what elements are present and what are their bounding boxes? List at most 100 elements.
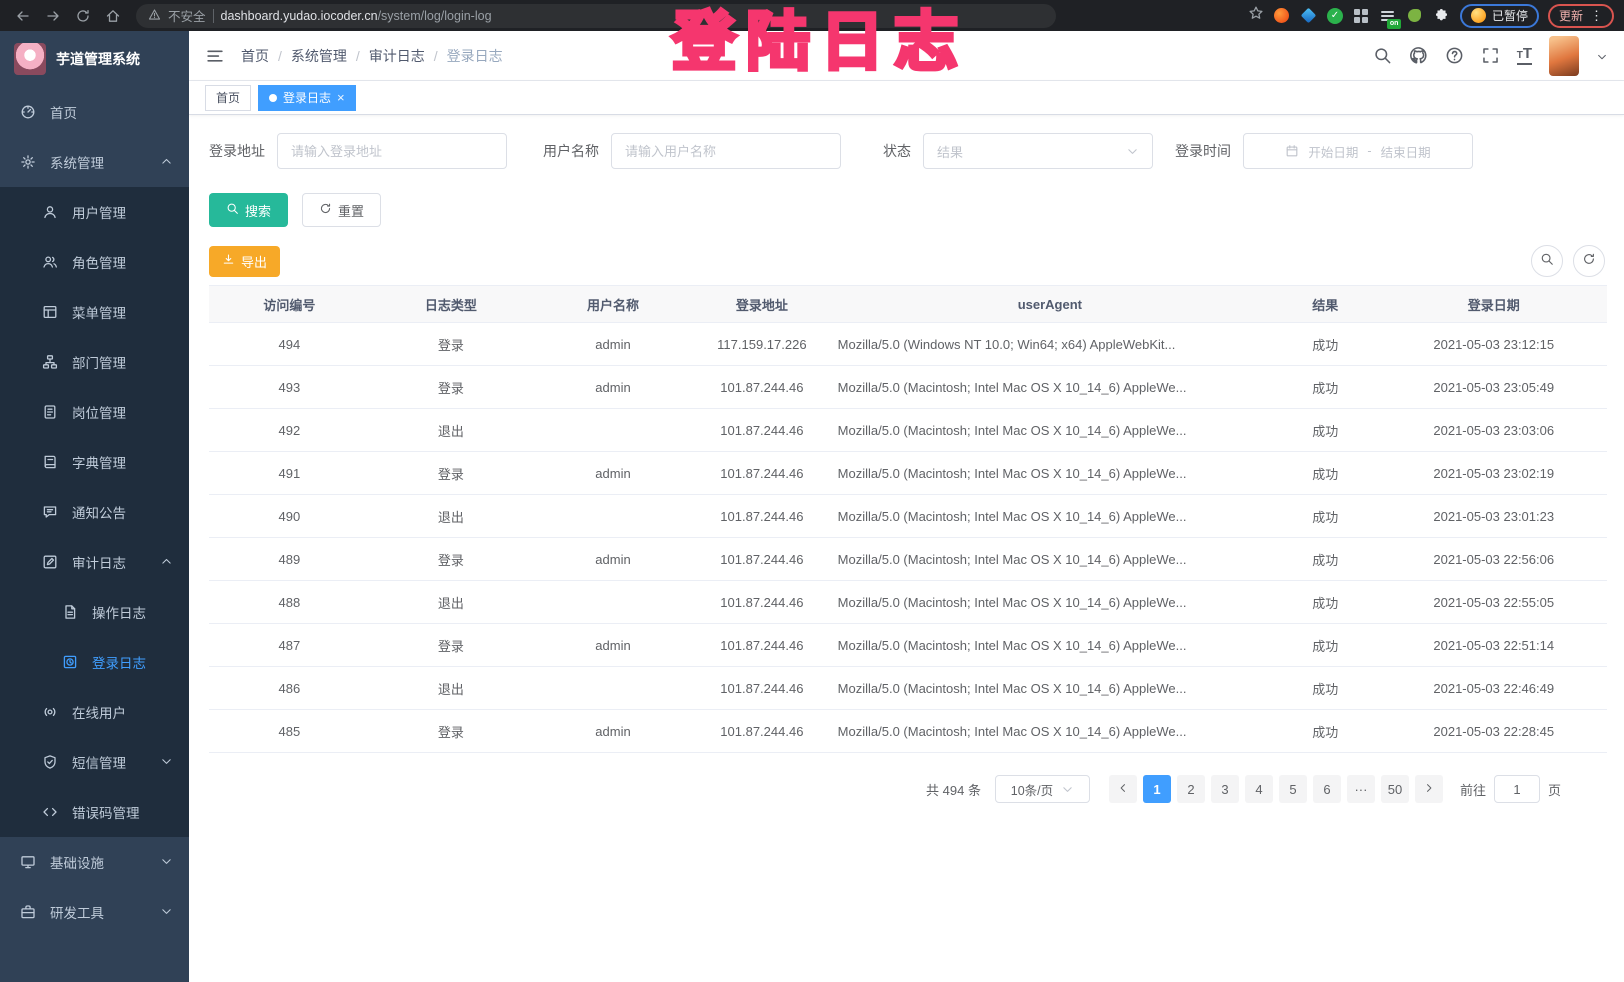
sidebar-item-operate-log[interactable]: 操作日志 [0,587,189,637]
browser-update-button[interactable]: 更新⋮ [1548,4,1614,28]
sidebar-item-label: 登录日志 [92,652,146,672]
code-icon [42,804,58,820]
refresh-table-button[interactable] [1573,245,1605,277]
sidebar-item-menu-mgmt[interactable]: 菜单管理 [0,287,189,337]
export-button[interactable]: 导出 [209,246,280,277]
page-button-6[interactable]: 6 [1313,775,1341,803]
page-button-5[interactable]: 5 [1279,775,1307,803]
table-row: 485登录admin101.87.244.46Mozilla/5.0 (Maci… [209,710,1607,753]
profile-paused-badge[interactable]: 已暂停 [1460,4,1539,28]
sidebar-item-user-mgmt[interactable]: 用户管理 [0,187,189,237]
table-row: 488退出101.87.244.46Mozilla/5.0 (Macintosh… [209,581,1607,624]
address-bar[interactable]: 不安全 dashboard.yudao.iocoder.cn/system/lo… [136,4,1056,28]
hamburger-icon[interactable] [205,46,225,66]
avatar-caret-down-icon[interactable] [1596,50,1608,62]
col-header-login-address: 登录地址 [694,286,830,323]
font-size-icon[interactable]: TT [1517,47,1532,65]
calendar-icon [1285,144,1299,158]
user-icon [42,204,58,220]
breadcrumb-home[interactable]: 首页 [241,46,269,66]
breadcrumb-system[interactable]: 系统管理 [291,46,347,66]
github-icon[interactable] [1409,46,1428,65]
sidebar-item-role-mgmt[interactable]: 角色管理 [0,237,189,287]
login-time-range-picker[interactable]: 开始日期 - 结束日期 [1243,133,1473,169]
browser-reload-icon[interactable] [70,4,96,28]
cell-result: 成功 [1270,495,1380,538]
sidebar-item-audit-log[interactable]: 审计日志 [0,537,189,587]
cell-login-date: 2021-05-03 22:51:14 [1380,624,1607,667]
cell-login-date: 2021-05-03 23:02:19 [1380,452,1607,495]
search-button[interactable]: 搜索 [209,193,288,227]
sidebar-item-online-user[interactable]: 在线用户 [0,687,189,737]
page-button-1[interactable]: 1 [1143,775,1171,803]
notice-icon [42,504,58,520]
sidebar-item-notice[interactable]: 通知公告 [0,487,189,537]
page-ellipsis[interactable]: ··· [1347,775,1375,803]
extensions-puzzle-icon[interactable] [1433,7,1451,25]
sidebar-item-label: 操作日志 [92,602,146,622]
page-button-50[interactable]: 50 [1381,775,1409,803]
cell-login-date: 2021-05-03 23:05:49 [1380,366,1607,409]
cell-result: 成功 [1270,667,1380,710]
extension-grid-icon[interactable] [1352,7,1370,25]
cell-username: admin [532,624,694,667]
page-button-4[interactable]: 4 [1245,775,1273,803]
prev-page-button[interactable] [1109,775,1137,803]
cell-login-address: 101.87.244.46 [694,409,830,452]
sidebar-item-infra[interactable]: 基础设施 [0,837,189,887]
cell-login-address: 101.87.244.46 [694,667,830,710]
reset-refresh-icon [319,202,332,218]
tag-close-icon[interactable]: × [337,91,345,104]
username-input[interactable] [611,133,841,169]
extension-list-icon[interactable]: on [1379,7,1397,25]
help-icon[interactable] [1445,46,1464,65]
header-search-icon[interactable] [1373,46,1392,65]
login-address-input[interactable] [277,133,507,169]
org-tree-icon [42,354,58,370]
extension-check-icon[interactable]: ✓ [1327,8,1343,24]
breadcrumb-audit[interactable]: 审计日志 [369,46,425,66]
toggle-search-icon [1540,252,1554,271]
cell-log-type: 退出 [370,581,532,624]
sidebar-item-dict-mgmt[interactable]: 字典管理 [0,437,189,487]
cell-log-type: 登录 [370,624,532,667]
user-avatar[interactable] [1549,36,1579,76]
tag-home[interactable]: 首页 [205,85,251,111]
table-row: 487登录admin101.87.244.46Mozilla/5.0 (Maci… [209,624,1607,667]
sidebar-item-login-log[interactable]: 登录日志 [0,637,189,687]
browser-back-icon[interactable] [10,4,36,28]
toggle-search-button[interactable] [1531,245,1563,277]
sidebar-item-system-mgmt[interactable]: 系统管理 [0,137,189,187]
status-select[interactable]: 结果 [923,133,1153,169]
goto-page-input[interactable] [1494,775,1540,803]
browser-home-icon[interactable] [100,4,126,28]
cell-log-type: 退出 [370,495,532,538]
cell-username: admin [532,710,694,753]
sidebar-item-error-code[interactable]: 错误码管理 [0,787,189,837]
extension-orange-icon[interactable] [1273,7,1291,25]
page-suffix-label: 页 [1548,780,1561,799]
sidebar-item-dev-tool[interactable]: 研发工具 [0,887,189,937]
sidebar-item-dept-mgmt[interactable]: 部门管理 [0,337,189,387]
extension-diamond-icon[interactable] [1300,7,1318,25]
page-buttons: 123456···50 [1140,775,1412,803]
next-page-button[interactable] [1415,775,1443,803]
reset-button[interactable]: 重置 [302,193,381,227]
sidebar-item-label: 系统管理 [50,152,104,172]
sidebar-item-post-mgmt[interactable]: 岗位管理 [0,387,189,437]
page-size-select[interactable]: 10条/页 [995,775,1090,803]
page-button-3[interactable]: 3 [1211,775,1239,803]
tag-login-log[interactable]: 登录日志 × [258,85,356,111]
sidebar-item-home[interactable]: 首页 [0,87,189,137]
fullscreen-icon[interactable] [1481,46,1500,65]
cell-username [532,581,694,624]
browser-forward-icon[interactable] [40,4,66,28]
cell-useragent: Mozilla/5.0 (Macintosh; Intel Mac OS X 1… [830,538,1270,581]
sidebar-item-sms-mgmt[interactable]: 短信管理 [0,737,189,787]
browser-menu-icon[interactable]: ⋮ [1590,8,1603,24]
login-log-table: 访问编号 日志类型 用户名称 登录地址 userAgent 结果 登录日期 49… [209,285,1607,753]
page-button-2[interactable]: 2 [1177,775,1205,803]
cell-username: admin [532,366,694,409]
bookmark-star-icon[interactable] [1248,5,1264,26]
extension-leaf-icon[interactable] [1406,7,1424,25]
